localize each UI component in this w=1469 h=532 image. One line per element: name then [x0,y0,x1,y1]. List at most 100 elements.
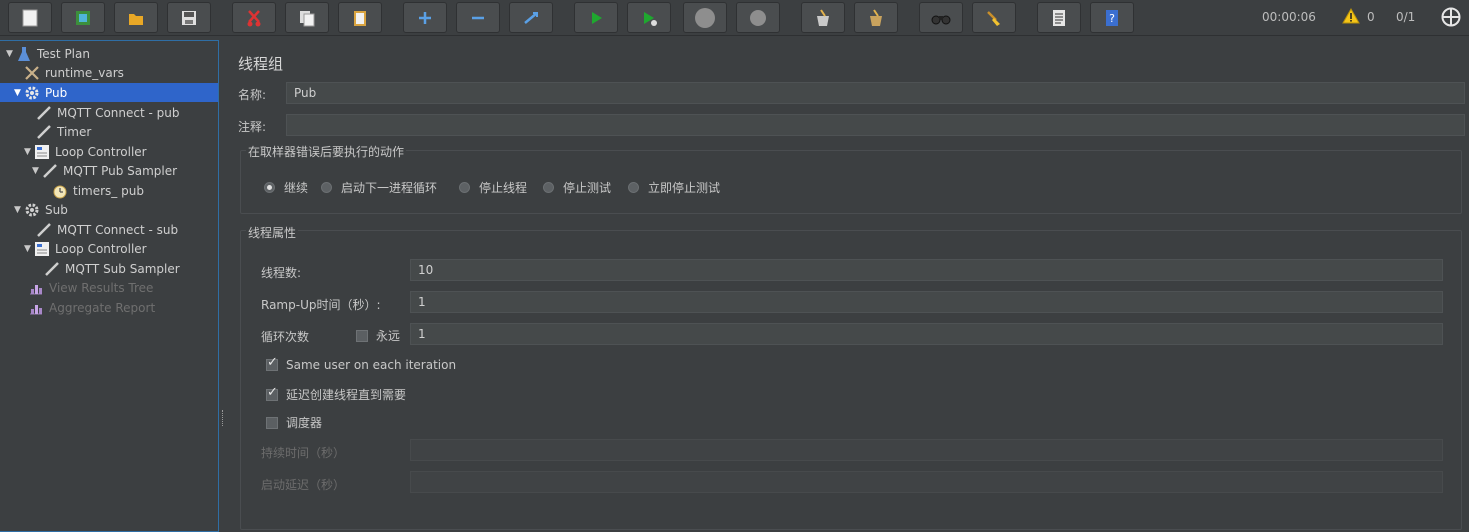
duration-field[interactable] [410,439,1443,461]
tree-item-aggregate-report[interactable]: Aggregate Report [28,298,216,317]
startup-delay-field[interactable] [410,471,1443,493]
listener-chart-icon [28,300,44,316]
tree-item-timers-pub[interactable]: timers_ pub [52,181,216,200]
sampler-pen-icon [44,261,60,277]
radio-unselected-icon [321,182,332,193]
loop-count-field[interactable]: 1 [410,323,1443,345]
threads-field[interactable]: 10 [410,259,1443,281]
expand-icon[interactable] [403,2,447,33]
scheduler-checkbox[interactable]: 调度器 [266,414,322,431]
paste-icon[interactable] [338,2,382,33]
tree-item-loop-controller-pub[interactable]: ▼ Loop Controller [24,142,216,161]
tree-item-timer[interactable]: Timer [36,122,216,141]
error-action-title: 在取样器错误后要执行的动作 [246,143,407,160]
tree-item-runtime-vars[interactable]: runtime_vars [24,63,214,82]
checkbox-checked-icon [266,355,278,371]
expand-arrow-icon[interactable]: ▼ [6,49,16,59]
loop-count-label: 循环次数 [261,330,310,344]
tree-item-loop-controller-sub[interactable]: ▼ Loop Controller [24,239,216,258]
save-icon[interactable] [167,2,211,33]
checkbox-unchecked-icon [356,329,368,342]
radio-selected-icon [264,182,275,193]
radio-unselected-icon [628,182,639,193]
function-helper-icon[interactable] [1037,2,1081,33]
thread-group-gear-icon [24,85,40,101]
rampup-label: Ramp-Up时间（秒）: [261,298,381,312]
tree-item-pub[interactable]: ▼ Pub [0,83,218,102]
templates-icon[interactable] [61,2,105,33]
sampler-pen-icon [36,222,52,238]
clear-all-icon[interactable] [854,2,898,33]
page-title: 线程组 [238,55,284,73]
toggle-icon[interactable] [509,2,553,33]
thread-properties-title: 线程属性 [246,224,299,241]
radio-unselected-icon [459,182,470,193]
expand-arrow-icon[interactable]: ▼ [14,88,24,98]
comment-field[interactable] [286,114,1465,136]
new-icon[interactable] [8,2,52,33]
tree-item-mqtt-connect-pub[interactable]: MQTT Connect - pub [36,103,216,122]
checkbox-unchecked-icon [266,416,278,429]
sampler-pen-icon [42,163,58,179]
warning-count: 0 [1367,10,1375,24]
duration-label: 持续时间（秒） [261,446,346,460]
remote-globe-icon[interactable] [1441,7,1461,30]
radio-stop-thread[interactable]: 停止线程 [459,179,527,196]
expand-arrow-icon[interactable]: ▼ [32,166,42,176]
radio-stop-test-now[interactable]: 立即停止测试 [628,179,720,196]
checkbox-checked-icon [266,385,278,401]
threads-label: 线程数: [261,266,302,280]
comment-label: 注释: [238,120,267,134]
split-pane-divider[interactable] [221,410,225,426]
controller-icon [34,241,50,257]
stop-icon[interactable] [683,2,727,33]
listener-chart-icon [28,280,44,296]
radio-continue[interactable]: 继续 [264,179,308,196]
tree-item-mqtt-sub-sampler[interactable]: MQTT Sub Sampler [44,259,216,278]
help-icon[interactable]: ? [1090,2,1134,33]
clear-icon[interactable] [801,2,845,33]
tree-item-sub[interactable]: ▼ Sub [14,200,216,219]
name-label: 名称: [238,88,267,102]
copy-icon[interactable] [285,2,329,33]
sampler-pen-icon [36,124,52,140]
tree-item-view-results-tree[interactable]: View Results Tree [28,278,216,297]
radio-stop-test[interactable]: 停止测试 [543,179,611,196]
rampup-field[interactable]: 1 [410,291,1443,313]
cut-icon[interactable] [232,2,276,33]
timer-clock-icon [52,183,68,199]
thread-group-panel: 线程组 名称: Pub 注释: 在取样器错误后要执行的动作 继续 启动下一进程循… [228,40,1469,532]
search-binoculars-icon[interactable] [919,2,963,33]
tree-item-mqtt-pub-sampler[interactable]: ▼ MQTT Pub Sampler [32,161,216,180]
warning-icon[interactable] [1342,7,1360,27]
active-threads-count: 0/1 [1396,10,1416,24]
test-plan-icon [16,46,32,62]
controller-icon [34,144,50,160]
collapse-icon[interactable] [456,2,500,33]
thread-group-gear-icon [24,202,40,218]
config-tools-icon [24,65,40,81]
same-user-checkbox[interactable]: Same user on each iteration [266,355,456,372]
radio-unselected-icon [543,182,554,193]
tree-item-test-plan[interactable]: ▼ Test Plan [6,44,216,63]
splitter-grip-icon [222,410,224,426]
delay-thread-creation-checkbox[interactable]: 延迟创建线程直到需要 [266,385,406,403]
test-plan-tree: ▼ Test Plan runtime_vars ▼ Pub MQTT Conn… [0,40,219,532]
tree-item-mqtt-connect-sub[interactable]: MQTT Connect - sub [36,220,216,239]
reset-search-broom-icon[interactable] [972,2,1016,33]
name-field[interactable]: Pub [286,82,1465,104]
start-icon[interactable] [574,2,618,33]
open-icon[interactable] [114,2,158,33]
toolbar: ? 00:00:06 0 0/1 [0,0,1469,36]
startup-delay-label: 启动延迟（秒） [261,478,346,492]
shutdown-icon[interactable] [736,2,780,33]
svg-text:?: ? [1109,12,1115,25]
expand-arrow-icon[interactable]: ▼ [14,205,24,215]
sampler-pen-icon [36,105,52,121]
expand-arrow-icon[interactable]: ▼ [24,244,34,254]
expand-arrow-icon[interactable]: ▼ [24,147,34,157]
start-no-pauses-icon[interactable] [627,2,671,33]
forever-checkbox[interactable]: 永远 [356,327,400,344]
elapsed-timer: 00:00:06 [1262,10,1316,24]
radio-start-next-loop[interactable]: 启动下一进程循环 [321,179,437,196]
